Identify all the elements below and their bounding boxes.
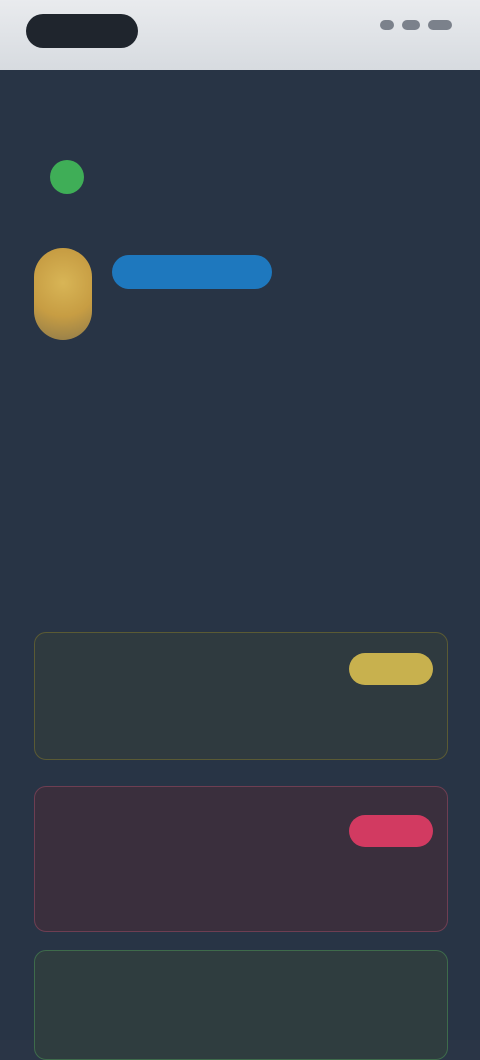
battery-icon xyxy=(428,20,452,30)
alert-card-danger[interactable] xyxy=(34,786,448,932)
status-icons xyxy=(380,20,452,30)
alert-card-success[interactable] xyxy=(34,950,448,1060)
status-bar xyxy=(0,0,480,70)
status-pill xyxy=(26,14,138,48)
status-dot xyxy=(50,160,84,194)
app-screen xyxy=(0,70,480,1060)
signal-icon xyxy=(380,20,394,30)
wifi-icon xyxy=(402,20,420,30)
avatar xyxy=(34,248,92,340)
profile-title-pill[interactable] xyxy=(112,255,272,289)
status-badge xyxy=(349,653,433,685)
alert-card-warning[interactable] xyxy=(34,632,448,760)
status-badge xyxy=(349,815,433,847)
